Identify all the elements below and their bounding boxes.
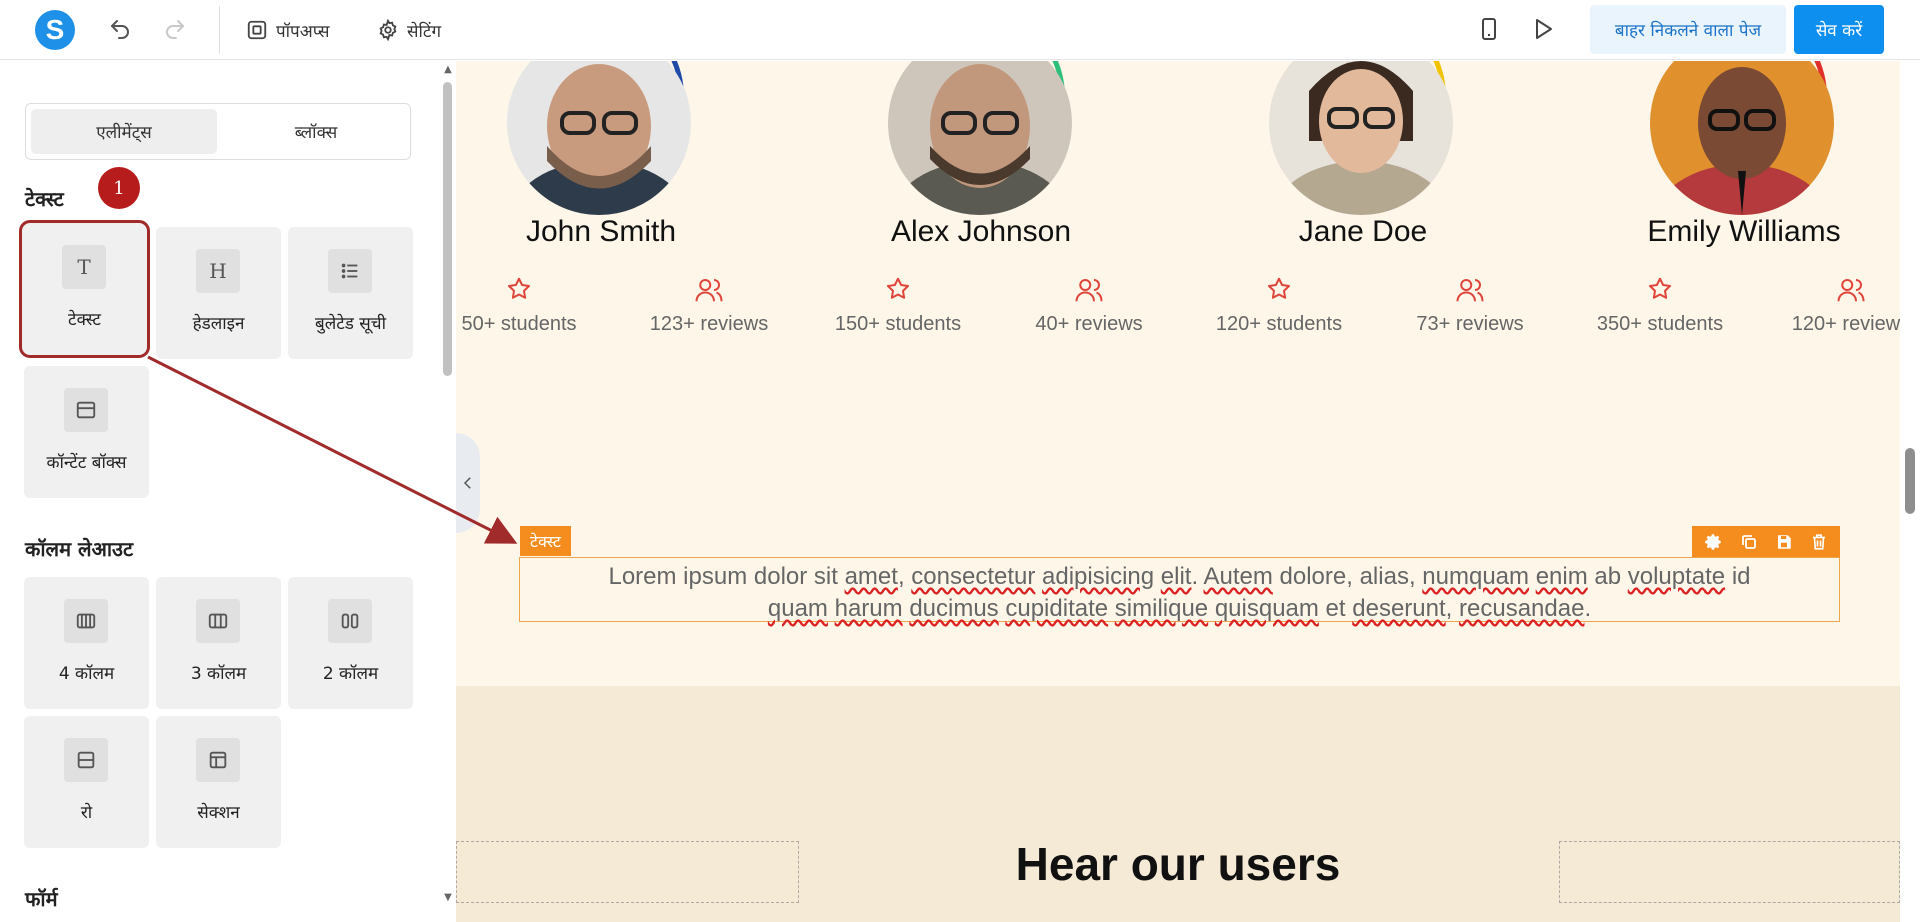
- canvas-scroll-thumb[interactable]: [1905, 448, 1915, 514]
- selected-element-tag[interactable]: टेक्स्ट: [520, 526, 571, 556]
- exit-page-button[interactable]: बाहर निकलने वाला पेज: [1590, 5, 1786, 54]
- app-logo[interactable]: S: [35, 10, 75, 50]
- gear-icon: [379, 19, 397, 41]
- popup-icon: [247, 20, 267, 40]
- star-badge-icon: [1268, 277, 1290, 299]
- text-line-1: Lorem ipsum dolor sit amet, consectetur …: [608, 563, 1751, 590]
- reviews-stat: 40+ reviews: [994, 275, 1184, 336]
- sidebar-scroll-thumb[interactable]: [443, 82, 452, 376]
- row-icon: [64, 738, 108, 782]
- users-icon: [695, 279, 723, 302]
- team-member-card[interactable]: Alex Johnson 150+ students 40+ reviews: [835, 61, 1217, 341]
- element-card-3-columns[interactable]: 3 कॉलम: [156, 577, 281, 709]
- team-member-card[interactable]: Jane Doe 120+ students 73+ reviews: [1216, 61, 1598, 341]
- star-badge-icon: [887, 277, 909, 299]
- star-badge-icon: [508, 277, 530, 299]
- team-member-card[interactable]: John Smith 50+ students 123+ reviews: [456, 61, 836, 341]
- collapse-sidebar-button[interactable]: [456, 433, 480, 533]
- element-card-bulleted-list[interactable]: बुलेटेड सूची: [288, 227, 413, 359]
- element-card-label: सेक्शन: [197, 803, 240, 823]
- popups-label: पॉपअप्स: [276, 21, 330, 42]
- elements-sidebar: एलीमेंट्स ब्लॉक्स टेक्स्ट T टेक्स्ट H हे…: [0, 61, 440, 922]
- gear-icon[interactable]: [1704, 533, 1723, 551]
- content-box-icon: [64, 388, 108, 432]
- star-badge-icon: [1649, 277, 1671, 299]
- reviews-stat: 123+ reviews: [614, 275, 804, 336]
- save-icon[interactable]: [1775, 533, 1793, 551]
- text-element[interactable]: Lorem ipsum dolor sit amet, consectetur …: [519, 557, 1840, 622]
- section-icon: [196, 738, 240, 782]
- users-icon: [1075, 279, 1103, 302]
- element-card-content-box[interactable]: कॉन्टेंट बॉक्स: [24, 366, 149, 498]
- element-card-4-columns[interactable]: 4 कॉलम: [24, 577, 149, 709]
- four-columns-icon: [64, 599, 108, 643]
- member-name: John Smith: [525, 215, 677, 248]
- element-toolbar: [1692, 526, 1840, 557]
- member-name: Alex Johnson: [890, 215, 1072, 248]
- list-icon: [328, 249, 372, 293]
- top-toolbar: S पॉपअप्स सेटिंग बाहर निकलने वाला पेज से…: [0, 0, 1920, 60]
- heading-icon: H: [196, 249, 240, 293]
- settings-label: सेटिंग: [407, 21, 442, 42]
- element-card-headline[interactable]: H हेडलाइन: [156, 227, 281, 359]
- element-card-label: 3 कॉलम: [190, 664, 247, 684]
- step-badge: 1: [98, 167, 140, 209]
- element-card-label: कॉन्टेंट बॉक्स: [46, 453, 127, 473]
- mobile-preview-icon[interactable]: [1476, 17, 1502, 43]
- element-card-label: हेडलाइन: [192, 314, 245, 334]
- text-line-2: quam harum ducimus cupiditate similique …: [767, 595, 1592, 622]
- section-title-text: टेक्स्ट: [25, 187, 64, 211]
- students-stat: 120+ students: [1184, 275, 1374, 336]
- element-card-label: टेक्स्ट: [68, 310, 101, 330]
- element-card-text[interactable]: T टेक्स्ट: [19, 220, 150, 358]
- element-card-label: 4 कॉलम: [58, 664, 115, 684]
- element-card-row[interactable]: रो: [24, 716, 149, 848]
- students-stat: 350+ students: [1565, 275, 1755, 336]
- students-stat: 150+ students: [803, 275, 993, 336]
- sidebar-tabs: एलीमेंट्स ब्लॉक्स: [25, 103, 411, 160]
- three-columns-icon: [196, 599, 240, 643]
- save-button[interactable]: सेव करें: [1794, 5, 1884, 54]
- element-card-label: बुलेटेड सूची: [315, 314, 386, 334]
- section-heading: Hear our users: [1015, 838, 1341, 890]
- trash-icon[interactable]: [1810, 533, 1828, 551]
- text-type-icon: T: [62, 245, 106, 289]
- editor-canvas: John Smith 50+ students 123+ reviews Ale…: [456, 61, 1900, 922]
- copy-icon[interactable]: [1740, 533, 1758, 551]
- popups-button[interactable]: पॉपअप्स: [246, 17, 330, 43]
- team-member-card[interactable]: Emily Williams 350+ students 120+ review…: [1597, 61, 1900, 341]
- tab-blocks[interactable]: ब्लॉक्स: [223, 109, 409, 154]
- tab-elements[interactable]: एलीमेंट्स: [31, 109, 217, 154]
- element-card-2-columns[interactable]: 2 कॉलम: [288, 577, 413, 709]
- redo-icon[interactable]: [162, 17, 188, 43]
- element-card-section[interactable]: सेक्शन: [156, 716, 281, 848]
- section-title-form: फॉर्म: [25, 887, 58, 911]
- scroll-down-arrow-icon[interactable]: ▼: [440, 892, 456, 903]
- chevron-left-icon: [463, 477, 471, 489]
- undo-icon[interactable]: [107, 17, 133, 43]
- users-icon: [1456, 279, 1484, 302]
- scroll-up-arrow-icon[interactable]: ▲: [440, 64, 456, 75]
- reviews-stat: 73+ reviews: [1375, 275, 1565, 336]
- users-icon: [1837, 279, 1865, 302]
- member-name: Jane Doe: [1298, 215, 1428, 248]
- section-title-columns: कॉलम लेआउट: [25, 537, 134, 561]
- element-card-label: रो: [80, 803, 93, 823]
- element-card-label: 2 कॉलम: [322, 664, 379, 684]
- toolbar-divider: [219, 6, 220, 54]
- member-name: Emily Williams: [1647, 215, 1841, 248]
- two-columns-icon: [328, 599, 372, 643]
- reviews-stat: 120+ reviews: [1756, 275, 1900, 336]
- settings-button[interactable]: सेटिंग: [377, 17, 441, 43]
- play-preview-icon[interactable]: [1530, 17, 1556, 43]
- students-stat: 50+ students: [456, 275, 614, 336]
